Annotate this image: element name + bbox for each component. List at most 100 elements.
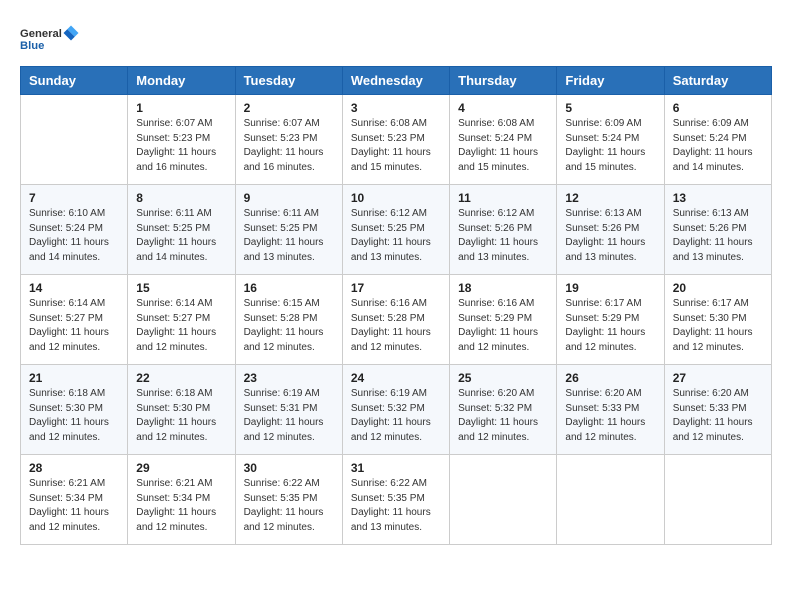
day-number: 23	[244, 371, 334, 385]
day-info: Sunrise: 6:10 AMSunset: 5:24 PMDaylight:…	[29, 208, 109, 263]
weekday-header-cell: Monday	[128, 67, 235, 95]
calendar-day-cell: 22Sunrise: 6:18 AMSunset: 5:30 PMDayligh…	[128, 365, 235, 455]
day-number: 12	[565, 191, 655, 205]
day-number: 30	[244, 461, 334, 475]
day-info: Sunrise: 6:07 AMSunset: 5:23 PMDaylight:…	[244, 118, 324, 173]
day-number: 7	[29, 191, 119, 205]
calendar-day-cell: 18 Sunrise: 6:16 AMSunset: 5:29 PMDayligh…	[450, 275, 557, 365]
weekday-header-cell: Friday	[557, 67, 664, 95]
day-number: 16	[244, 281, 334, 295]
day-number: 27	[673, 371, 763, 385]
calendar-day-cell	[664, 455, 771, 545]
day-info: Sunrise: 6:12 AMSunset: 5:26 PMDaylight:…	[458, 208, 538, 263]
day-info: Sunrise: 6:11 AMSunset: 5:25 PMDaylight:…	[136, 208, 216, 263]
day-number: 31	[351, 461, 441, 475]
calendar-day-cell: 17 Sunrise: 6:16 AMSunset: 5:28 PMDayligh…	[342, 275, 449, 365]
day-info: Sunrise: 6:14 AMSunset: 5:27 PMDaylight:…	[136, 298, 216, 353]
calendar-week-row: 14 Sunrise: 6:14 AMSunset: 5:27 PMDayligh…	[21, 275, 772, 365]
day-number: 21	[29, 371, 119, 385]
day-number: 20	[673, 281, 763, 295]
calendar-day-cell: 21 Sunrise: 6:18 AMSunset: 5:30 PMDayligh…	[21, 365, 128, 455]
day-info: Sunrise: 6:14 AMSunset: 5:27 PMDaylight:…	[29, 298, 109, 353]
svg-text:General: General	[20, 28, 62, 40]
day-number: 3	[351, 101, 441, 115]
calendar-day-cell: 13Sunrise: 6:13 AMSunset: 5:26 PMDayligh…	[664, 185, 771, 275]
calendar-day-cell: 20 Sunrise: 6:17 AMSunset: 5:30 PMDayligh…	[664, 275, 771, 365]
weekday-header-cell: Thursday	[450, 67, 557, 95]
calendar-week-row: 28 Sunrise: 6:21 AMSunset: 5:34 PMDayligh…	[21, 455, 772, 545]
logo-svg: General Blue	[20, 20, 80, 58]
calendar-day-cell: 12 Sunrise: 6:13 AMSunset: 5:26 PMDayligh…	[557, 185, 664, 275]
calendar-day-cell: 31Sunrise: 6:22 AMSunset: 5:35 PMDayligh…	[342, 455, 449, 545]
day-info: Sunrise: 6:15 AMSunset: 5:28 PMDaylight:…	[244, 298, 324, 353]
calendar-day-cell: 10Sunrise: 6:12 AMSunset: 5:25 PMDayligh…	[342, 185, 449, 275]
calendar-day-cell: 16 Sunrise: 6:15 AMSunset: 5:28 PMDayligh…	[235, 275, 342, 365]
calendar-week-row: 1 Sunrise: 6:07 AMSunset: 5:23 PMDaylight…	[21, 95, 772, 185]
day-info: Sunrise: 6:09 AMSunset: 5:24 PMDaylight:…	[673, 118, 753, 173]
calendar-day-cell: 2Sunrise: 6:07 AMSunset: 5:23 PMDaylight…	[235, 95, 342, 185]
day-info: Sunrise: 6:16 AMSunset: 5:28 PMDaylight:…	[351, 298, 431, 353]
day-number: 11	[458, 191, 548, 205]
calendar-day-cell: 9 Sunrise: 6:11 AMSunset: 5:25 PMDaylight…	[235, 185, 342, 275]
calendar-day-cell: 28 Sunrise: 6:21 AMSunset: 5:34 PMDayligh…	[21, 455, 128, 545]
calendar-table: SundayMondayTuesdayWednesdayThursdayFrid…	[20, 66, 772, 545]
weekday-header-row: SundayMondayTuesdayWednesdayThursdayFrid…	[21, 67, 772, 95]
day-number: 4	[458, 101, 548, 115]
day-number: 25	[458, 371, 548, 385]
day-number: 9	[244, 191, 334, 205]
day-number: 28	[29, 461, 119, 475]
day-number: 19	[565, 281, 655, 295]
weekday-header-cell: Tuesday	[235, 67, 342, 95]
day-number: 17	[351, 281, 441, 295]
day-info: Sunrise: 6:18 AMSunset: 5:30 PMDaylight:…	[29, 388, 109, 443]
calendar-day-cell: 14 Sunrise: 6:14 AMSunset: 5:27 PMDayligh…	[21, 275, 128, 365]
weekday-header-cell: Saturday	[664, 67, 771, 95]
weekday-header-cell: Wednesday	[342, 67, 449, 95]
day-info: Sunrise: 6:13 AMSunset: 5:26 PMDaylight:…	[673, 208, 753, 263]
day-info: Sunrise: 6:11 AMSunset: 5:25 PMDaylight:…	[244, 208, 324, 263]
day-info: Sunrise: 6:09 AMSunset: 5:24 PMDaylight:…	[565, 118, 645, 173]
page-header: General Blue	[20, 20, 772, 58]
day-info: Sunrise: 6:16 AMSunset: 5:29 PMDaylight:…	[458, 298, 538, 353]
day-number: 6	[673, 101, 763, 115]
calendar-day-cell: 3Sunrise: 6:08 AMSunset: 5:23 PMDaylight…	[342, 95, 449, 185]
calendar-day-cell: 1 Sunrise: 6:07 AMSunset: 5:23 PMDaylight…	[128, 95, 235, 185]
day-info: Sunrise: 6:19 AMSunset: 5:31 PMDaylight:…	[244, 388, 324, 443]
day-info: Sunrise: 6:20 AMSunset: 5:33 PMDaylight:…	[565, 388, 645, 443]
day-info: Sunrise: 6:17 AMSunset: 5:30 PMDaylight:…	[673, 298, 753, 353]
calendar-body: 1 Sunrise: 6:07 AMSunset: 5:23 PMDaylight…	[21, 95, 772, 545]
day-info: Sunrise: 6:17 AMSunset: 5:29 PMDaylight:…	[565, 298, 645, 353]
calendar-day-cell: 19 Sunrise: 6:17 AMSunset: 5:29 PMDayligh…	[557, 275, 664, 365]
day-number: 14	[29, 281, 119, 295]
day-info: Sunrise: 6:19 AMSunset: 5:32 PMDaylight:…	[351, 388, 431, 443]
day-number: 1	[136, 101, 226, 115]
day-number: 18	[458, 281, 548, 295]
day-number: 8	[136, 191, 226, 205]
day-info: Sunrise: 6:21 AMSunset: 5:34 PMDaylight:…	[29, 478, 109, 533]
calendar-day-cell: 26Sunrise: 6:20 AMSunset: 5:33 PMDayligh…	[557, 365, 664, 455]
day-number: 22	[136, 371, 226, 385]
day-number: 10	[351, 191, 441, 205]
calendar-day-cell: 29Sunrise: 6:21 AMSunset: 5:34 PMDayligh…	[128, 455, 235, 545]
calendar-day-cell: 30 Sunrise: 6:22 AMSunset: 5:35 PMDayligh…	[235, 455, 342, 545]
calendar-day-cell: 6 Sunrise: 6:09 AMSunset: 5:24 PMDaylight…	[664, 95, 771, 185]
logo: General Blue	[20, 20, 80, 58]
day-number: 24	[351, 371, 441, 385]
calendar-week-row: 7 Sunrise: 6:10 AMSunset: 5:24 PMDaylight…	[21, 185, 772, 275]
calendar-day-cell	[450, 455, 557, 545]
day-info: Sunrise: 6:22 AMSunset: 5:35 PMDaylight:…	[244, 478, 324, 533]
calendar-day-cell: 15Sunrise: 6:14 AMSunset: 5:27 PMDayligh…	[128, 275, 235, 365]
day-info: Sunrise: 6:20 AMSunset: 5:32 PMDaylight:…	[458, 388, 538, 443]
calendar-day-cell: 23 Sunrise: 6:19 AMSunset: 5:31 PMDayligh…	[235, 365, 342, 455]
day-info: Sunrise: 6:08 AMSunset: 5:24 PMDaylight:…	[458, 118, 538, 173]
calendar-day-cell: 4 Sunrise: 6:08 AMSunset: 5:24 PMDaylight…	[450, 95, 557, 185]
calendar-day-cell	[21, 95, 128, 185]
svg-text:Blue: Blue	[20, 40, 44, 52]
day-number: 29	[136, 461, 226, 475]
calendar-day-cell: 8 Sunrise: 6:11 AMSunset: 5:25 PMDaylight…	[128, 185, 235, 275]
calendar-week-row: 21 Sunrise: 6:18 AMSunset: 5:30 PMDayligh…	[21, 365, 772, 455]
day-info: Sunrise: 6:13 AMSunset: 5:26 PMDaylight:…	[565, 208, 645, 263]
day-info: Sunrise: 6:07 AMSunset: 5:23 PMDaylight:…	[136, 118, 216, 173]
day-info: Sunrise: 6:20 AMSunset: 5:33 PMDaylight:…	[673, 388, 753, 443]
day-number: 5	[565, 101, 655, 115]
